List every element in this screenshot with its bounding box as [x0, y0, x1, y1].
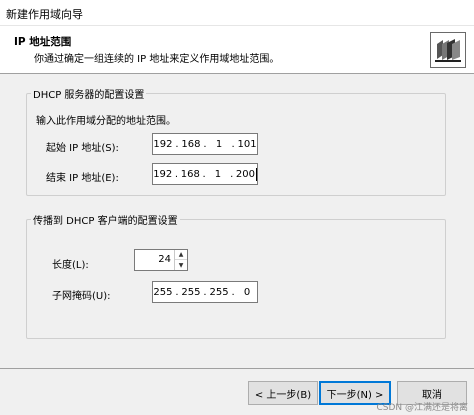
start-ip-octet-1[interactable]: 192 — [153, 139, 173, 150]
watermark: CSDN @江满还是将离 — [376, 403, 468, 413]
stepper-down-icon[interactable]: ▼ — [175, 260, 187, 270]
ip-dot: . — [203, 286, 207, 298]
start-ip-field[interactable]: 192 . 168 . 1 . 101 — [152, 133, 258, 155]
range-instruction: 输入此作用域分配的地址范围。 — [36, 116, 176, 127]
end-ip-octet-4[interactable]: 200 — [236, 169, 255, 180]
wizard-window: 新建作用域向导 IP 地址范围 你通过确定一组连续的 IP 地址来定义作用域地址… — [0, 0, 474, 415]
ip-dot: . — [174, 168, 179, 180]
start-ip-label: 起始 IP 地址(S): — [46, 143, 119, 154]
length-label: 长度(L): — [52, 260, 89, 271]
text-caret — [256, 167, 258, 181]
start-ip-octet-4[interactable]: 101 — [237, 139, 257, 150]
end-ip-field[interactable]: 192 . 168 . 1 . 200 — [152, 163, 258, 185]
start-ip-octet-2[interactable]: 168 — [181, 139, 201, 150]
wizard-header: IP 地址范围 你通过确定一组连续的 IP 地址来定义作用域地址范围。 — [0, 26, 474, 74]
end-ip-octet-3[interactable]: 1 — [208, 169, 227, 180]
page-title: IP 地址范围 — [14, 36, 72, 48]
mask-octet-2[interactable]: 255 — [181, 287, 201, 298]
mask-octet-1[interactable]: 255 — [153, 287, 173, 298]
back-button[interactable]: < 上一步(B) — [248, 381, 318, 405]
mask-octet-3[interactable]: 255 — [209, 287, 229, 298]
ip-dot: . — [175, 138, 179, 150]
dhcp-client-group-legend: 传播到 DHCP 客户端的配置设置 — [31, 212, 180, 227]
end-ip-label: 结束 IP 地址(E): — [46, 173, 119, 184]
footer-divider — [0, 368, 474, 369]
end-ip-octet-1[interactable]: 192 — [153, 169, 172, 180]
title-bar: 新建作用域向导 — [0, 0, 474, 26]
stepper-up-icon[interactable]: ▲ — [175, 250, 187, 260]
ip-dot: . — [175, 286, 179, 298]
page-subtitle: 你通过确定一组连续的 IP 地址来定义作用域地址范围。 — [34, 54, 280, 65]
length-stepper[interactable]: 24 ▲ ▼ — [134, 249, 188, 271]
ip-dot: . — [231, 138, 235, 150]
length-value[interactable]: 24 — [158, 254, 171, 265]
subnet-mask-label: 子网掩码(U): — [52, 291, 111, 302]
ip-dot: . — [203, 138, 207, 150]
dhcp-client-group — [26, 219, 446, 339]
dhcp-server-group-legend: DHCP 服务器的配置设置 — [31, 86, 147, 101]
ip-dot: . — [202, 168, 206, 180]
wizard-folder-icon — [430, 32, 466, 68]
ip-dot: . — [230, 168, 234, 180]
mask-octet-4[interactable]: 0 — [237, 287, 257, 298]
subnet-mask-field[interactable]: 255 . 255 . 255 . 0 — [152, 281, 258, 303]
end-ip-octet-2[interactable]: 168 — [181, 169, 200, 180]
stepper-arrows: ▲ ▼ — [174, 250, 187, 270]
window-title: 新建作用域向导 — [6, 8, 83, 21]
start-ip-octet-3[interactable]: 1 — [209, 139, 229, 150]
ip-dot: . — [231, 286, 235, 298]
